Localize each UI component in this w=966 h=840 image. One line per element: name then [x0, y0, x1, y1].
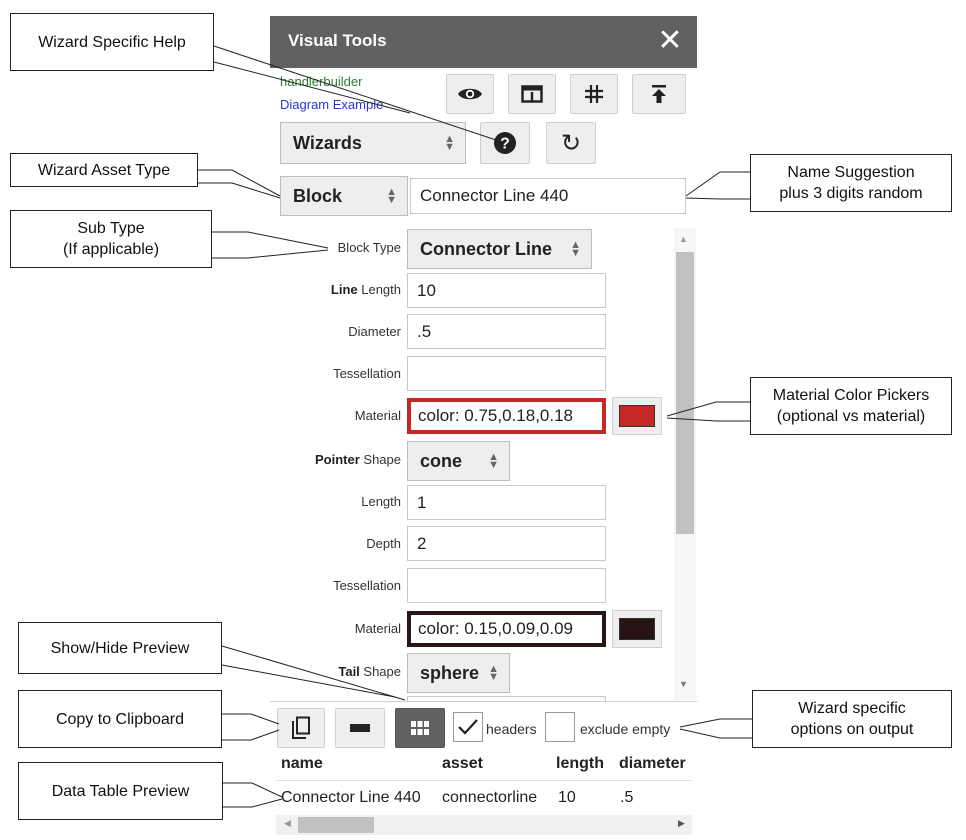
- callout-wizard-options: Wizard specific options on output: [752, 690, 952, 748]
- asset-type-leader-line-2: [198, 182, 281, 199]
- tessellation-label: Tessellation: [333, 366, 401, 381]
- exclude-empty-checkbox[interactable]: [545, 712, 575, 742]
- asset-type-value: Block: [293, 185, 343, 206]
- pointer-depth-input[interactable]: 2: [407, 526, 606, 561]
- collapse-bar-icon: [350, 724, 370, 732]
- callout-name-suggestion: Name Suggestion plus 3 digits random: [750, 154, 952, 212]
- line-length-input[interactable]: 10: [407, 273, 606, 308]
- pointer-length-label: Length: [361, 494, 401, 509]
- hide-preview-button[interactable]: [335, 708, 385, 748]
- callout-show-hide-preview: Show/Hide Preview: [18, 622, 222, 674]
- pointer-length-input[interactable]: 1: [407, 485, 606, 520]
- table-header-name: name: [281, 755, 323, 772]
- show-table-button[interactable]: [395, 708, 445, 748]
- callout-wizard-help: Wizard Specific Help: [10, 13, 214, 71]
- diameter-input[interactable]: .5: [407, 314, 606, 349]
- handler-builder-link[interactable]: handlerbuilder: [280, 76, 362, 88]
- pointer-shape-value: cone: [420, 450, 463, 471]
- pointer-material-color-swatch: [619, 618, 655, 640]
- pointer-material-input[interactable]: color: 0.15,0.09,0.09: [407, 611, 606, 647]
- callout-sub-type: Sub Type (If applicable): [10, 210, 212, 268]
- output-divider: [270, 701, 697, 702]
- table-hscrollbar-thumb[interactable]: [298, 817, 374, 833]
- table-cell-name: Connector Line 440: [281, 789, 421, 806]
- upload-icon: [652, 85, 666, 103]
- pointer-shape-select[interactable]: cone ▲ ▼: [407, 441, 510, 481]
- headers-label: headers: [486, 721, 537, 737]
- form-scrollbar-thumb[interactable]: [676, 252, 694, 534]
- scroll-down-icon[interactable]: ▼: [679, 679, 688, 689]
- help-icon: ?: [494, 132, 516, 154]
- callout-material-pickers: Material Color Pickers (optional vs mate…: [750, 377, 952, 435]
- refresh-button[interactable]: ↻: [546, 122, 596, 164]
- scroll-left-icon[interactable]: ◀: [284, 818, 291, 829]
- headers-checkbox[interactable]: [453, 712, 483, 742]
- block-type-value: Connector Line: [420, 238, 553, 259]
- table-header-diameter: diameter: [619, 755, 686, 772]
- asset-name-input[interactable]: Connector Line 440: [410, 178, 686, 214]
- wizard-select-value: Wizards: [293, 132, 362, 153]
- line-length-label: Line Length: [330, 282, 401, 297]
- tail-shape-select[interactable]: sphere ▲ ▼: [407, 653, 510, 693]
- pointer-tessellation-input[interactable]: [407, 568, 606, 603]
- close-icon[interactable]: ✕: [657, 26, 683, 56]
- asset-type-select[interactable]: Block ▲ ▼: [280, 176, 408, 216]
- block-type-select[interactable]: Connector Line ▲ ▼: [407, 229, 592, 269]
- callout-copy-clipboard: Copy to Clipboard: [18, 690, 222, 748]
- table-cell-length: 10: [558, 789, 576, 806]
- copy-to-clipboard-button[interactable]: [277, 708, 325, 748]
- pointer-material-color-picker[interactable]: [612, 610, 662, 648]
- pointer-depth-label: Depth: [366, 536, 401, 551]
- select-arrows-icon: ▲ ▼: [570, 239, 581, 259]
- preview-panel-icon: [521, 85, 543, 103]
- select-arrows-icon: ▲ ▼: [386, 186, 397, 206]
- select-arrows-icon: ▲ ▼: [488, 663, 499, 683]
- table-cell-diameter: .5: [620, 789, 634, 806]
- select-arrows-icon: ▲ ▼: [444, 133, 455, 153]
- table-grid-icon: [411, 721, 429, 735]
- wizard-help-button[interactable]: ?: [480, 122, 530, 164]
- scroll-right-icon[interactable]: ▶: [678, 818, 685, 829]
- title-bar: Visual Tools ✕: [270, 16, 697, 68]
- material-label: Material: [354, 408, 401, 423]
- exclude-empty-label: exclude empty: [580, 721, 671, 737]
- diameter-label: Diameter: [348, 324, 401, 339]
- material-input[interactable]: color: 0.75,0.18,0.18: [407, 398, 606, 434]
- tail-shape-label: Tail Shape: [338, 664, 401, 679]
- callout-data-table: Data Table Preview: [18, 762, 223, 820]
- table-header-asset: asset: [442, 755, 483, 772]
- layout-toggle-button[interactable]: [508, 74, 556, 114]
- pointer-shape-label: Pointer Shape: [315, 452, 401, 467]
- upload-button[interactable]: [632, 74, 686, 114]
- check-icon: [458, 719, 478, 735]
- tail-shape-value: sphere: [420, 662, 480, 683]
- material-color-picker[interactable]: [612, 397, 662, 435]
- block-type-label: Block Type: [337, 240, 401, 255]
- table-header-length: length: [556, 755, 604, 772]
- copy-icon: [292, 716, 310, 739]
- asset-type-leader-line: [198, 169, 281, 197]
- tessellation-input[interactable]: [407, 356, 606, 391]
- table-cell-asset: connectorline: [442, 789, 538, 806]
- eye-icon: [458, 88, 482, 100]
- preview-toggle-button[interactable]: [446, 74, 494, 114]
- wizard-select[interactable]: Wizards ▲ ▼: [280, 122, 466, 164]
- callout-asset-type: Wizard Asset Type: [10, 153, 198, 187]
- material-color-swatch: [619, 405, 655, 427]
- grid-toggle-button[interactable]: [570, 74, 618, 114]
- pointer-material-label: Material: [354, 621, 401, 636]
- pointer-tessellation-label: Tessellation: [333, 578, 401, 593]
- svg-text:?: ?: [500, 136, 510, 153]
- grid-icon: [585, 85, 603, 103]
- diagram-example-link[interactable]: Diagram Example: [280, 97, 383, 112]
- scroll-up-icon[interactable]: ▲: [679, 234, 688, 244]
- select-arrows-icon: ▲ ▼: [488, 451, 499, 471]
- table-header-divider: [276, 780, 692, 781]
- window-title: Visual Tools: [288, 31, 387, 50]
- refresh-icon: ↻: [560, 129, 582, 157]
